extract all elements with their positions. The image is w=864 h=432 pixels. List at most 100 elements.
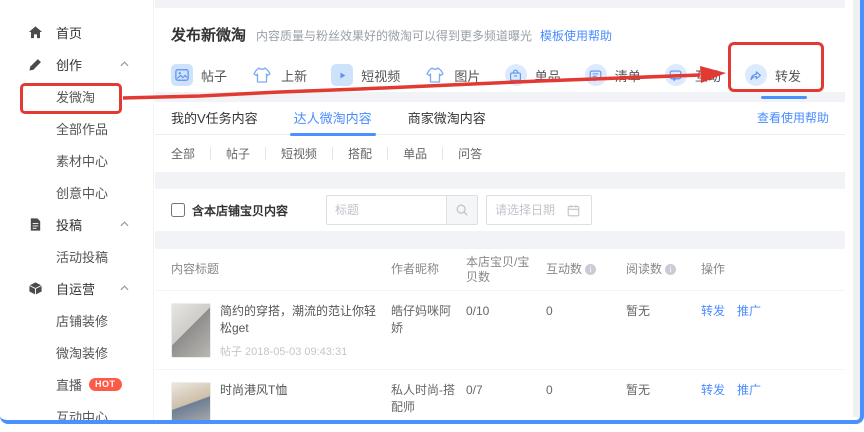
- tab-label: 互动: [695, 66, 721, 85]
- row-author: 私人时尚-搭配师: [391, 382, 466, 421]
- filter-single-item[interactable]: 单品: [403, 145, 427, 162]
- col-header-interactions: 互动数i: [546, 262, 626, 277]
- search-icon: [455, 203, 469, 217]
- video-icon: [331, 64, 353, 86]
- tab-picture[interactable]: 图片: [424, 58, 480, 92]
- sidebar-item-label: 店铺装修: [56, 311, 108, 330]
- chevron-up-icon: [120, 221, 129, 227]
- row-meta: 帖子 2018-05-03 09:43:21: [220, 415, 347, 421]
- row-title[interactable]: 时尚港风T恤: [220, 382, 347, 399]
- sidebar-item-self-operation[interactable]: 自运营: [0, 272, 153, 304]
- divider: [442, 147, 443, 160]
- tab-single-item[interactable]: 单品: [505, 58, 561, 92]
- sidebar-item-material-center[interactable]: 素材中心: [0, 144, 153, 176]
- sidebar-item-weitao-decoration[interactable]: 微淘装修: [0, 336, 153, 368]
- view-help-link[interactable]: 查看使用帮助: [757, 109, 829, 134]
- sidebar-item-label: 创意中心: [56, 183, 108, 202]
- tab-list[interactable]: 清单: [585, 58, 641, 92]
- tab-label: 转发: [775, 66, 801, 85]
- tab-label: 清单: [615, 66, 641, 85]
- info-icon[interactable]: i: [665, 264, 676, 275]
- sidebar-item-label: 发微淘: [56, 87, 95, 106]
- source-tabs: 我的V任务内容 达人微淘内容 商家微淘内容 查看使用帮助: [155, 102, 845, 135]
- sidebar-item-all-works[interactable]: 全部作品: [0, 112, 153, 144]
- sidebar-item-label: 全部作品: [56, 119, 108, 138]
- filter-outfit[interactable]: 搭配: [348, 145, 372, 162]
- tab-daren-weitao-content[interactable]: 达人微淘内容: [294, 108, 372, 135]
- sidebar-item-home[interactable]: 首页: [0, 16, 153, 48]
- forward-link[interactable]: 转发: [701, 383, 725, 397]
- sidebar-item-label: 投稿: [56, 215, 82, 234]
- row-author: 皓仔妈咪阿娇: [391, 303, 466, 359]
- col-header-title: 内容标题: [171, 262, 391, 277]
- divider: [332, 147, 333, 160]
- date-picker[interactable]: [486, 195, 592, 225]
- post-image-icon: [171, 64, 193, 86]
- sidebar-item-submission[interactable]: 投稿: [0, 208, 153, 240]
- col-header-reads: 阅读数i: [626, 262, 701, 277]
- filter-all[interactable]: 全部: [171, 145, 195, 162]
- tab-short-video[interactable]: 短视频: [331, 58, 400, 92]
- divider: [265, 147, 266, 160]
- row-meta: 帖子 2018-05-03 09:43:31: [220, 337, 377, 359]
- col-header-goods: 本店宝贝/宝贝数: [466, 255, 546, 285]
- sidebar-item-label: 自运营: [56, 279, 95, 298]
- tab-interaction[interactable]: 互动: [665, 58, 721, 92]
- date-input[interactable]: [495, 203, 567, 217]
- hot-badge: HOT: [89, 378, 122, 391]
- include-shop-items-checkbox[interactable]: [171, 203, 185, 217]
- search-panel: 含本店铺宝贝内容: [155, 189, 845, 231]
- tab-my-v-task-content[interactable]: 我的V任务内容: [171, 108, 258, 135]
- sidebar-item-label: 互动中心: [56, 407, 108, 426]
- tshirt-icon: [251, 64, 273, 86]
- content-type-tabs: 帖子 上新 短视频 图片: [171, 58, 829, 92]
- row-interactions: 0: [546, 382, 626, 421]
- filter-post[interactable]: 帖子: [226, 145, 250, 162]
- row-goods-count: 0/10: [466, 303, 546, 359]
- table-row: 简约的穿搭，潮流的范让你轻松get 帖子 2018-05-03 09:43:31…: [155, 291, 845, 370]
- filter-qa[interactable]: 问答: [458, 145, 482, 162]
- sidebar-item-label: 活动投稿: [56, 247, 108, 266]
- main-content: 发布新微淘 内容质量与粉丝效果好的微淘可以得到更多频道曝光 模板使用帮助 帖子 …: [155, 0, 845, 421]
- row-goods-count: 0/7: [466, 382, 546, 421]
- tab-post[interactable]: 帖子: [171, 58, 227, 92]
- title-search-input[interactable]: [326, 195, 446, 225]
- divider: [210, 147, 211, 160]
- calendar-icon: [567, 204, 580, 217]
- tab-label: 图片: [454, 66, 480, 85]
- filter-short-video[interactable]: 短视频: [281, 145, 317, 162]
- template-help-link[interactable]: 模板使用帮助: [540, 27, 612, 44]
- tab-new-arrival[interactable]: 上新: [251, 58, 307, 92]
- forward-link[interactable]: 转发: [701, 304, 725, 318]
- content-table: 内容标题 作者昵称 本店宝贝/宝贝数 互动数i 阅读数i 操作 简约的穿搭，潮流…: [155, 249, 845, 421]
- sidebar-item-shop-decoration[interactable]: 店铺装修: [0, 304, 153, 336]
- list-bubble-icon: [585, 64, 607, 86]
- page-title: 发布新微淘: [171, 24, 246, 45]
- sidebar: 首页 创作 发微淘 全部作品 素材中心 创意中心 投稿 活动投稿 自运营 店铺装…: [0, 0, 154, 424]
- tab-label: 上新: [281, 66, 307, 85]
- checkbox-label: 含本店铺宝贝内容: [192, 202, 288, 219]
- row-reads: 暂无: [626, 303, 701, 359]
- row-thumbnail: [171, 303, 211, 358]
- tab-forward[interactable]: 转发: [745, 58, 801, 92]
- tab-merchant-weitao-content[interactable]: 商家微淘内容: [408, 108, 486, 135]
- publish-header-panel: 发布新微淘 内容质量与粉丝效果好的微淘可以得到更多频道曝光 模板使用帮助 帖子 …: [155, 8, 845, 92]
- sidebar-item-creative-center[interactable]: 创意中心: [0, 176, 153, 208]
- picture-icon: [424, 64, 446, 86]
- info-icon[interactable]: i: [585, 264, 596, 275]
- search-button[interactable]: [446, 195, 478, 225]
- sidebar-item-live[interactable]: 直播 HOT: [0, 368, 153, 400]
- sidebar-item-label: 素材中心: [56, 151, 108, 170]
- bag-icon: [505, 64, 527, 86]
- sidebar-item-fa-weitao[interactable]: 发微淘: [0, 80, 153, 112]
- table-header: 内容标题 作者昵称 本店宝贝/宝贝数 互动数i 阅读数i 操作: [155, 249, 845, 291]
- col-header-author: 作者昵称: [391, 262, 466, 277]
- sidebar-item-interaction-center[interactable]: 互动中心: [0, 400, 153, 432]
- tab-label: 短视频: [361, 66, 400, 85]
- promote-link[interactable]: 推广: [737, 304, 761, 318]
- row-title[interactable]: 简约的穿搭，潮流的范让你轻松get: [220, 303, 377, 337]
- vertical-scrollbar[interactable]: [853, 0, 860, 417]
- sidebar-item-create[interactable]: 创作: [0, 48, 153, 80]
- sidebar-item-activity-submission[interactable]: 活动投稿: [0, 240, 153, 272]
- promote-link[interactable]: 推广: [737, 383, 761, 397]
